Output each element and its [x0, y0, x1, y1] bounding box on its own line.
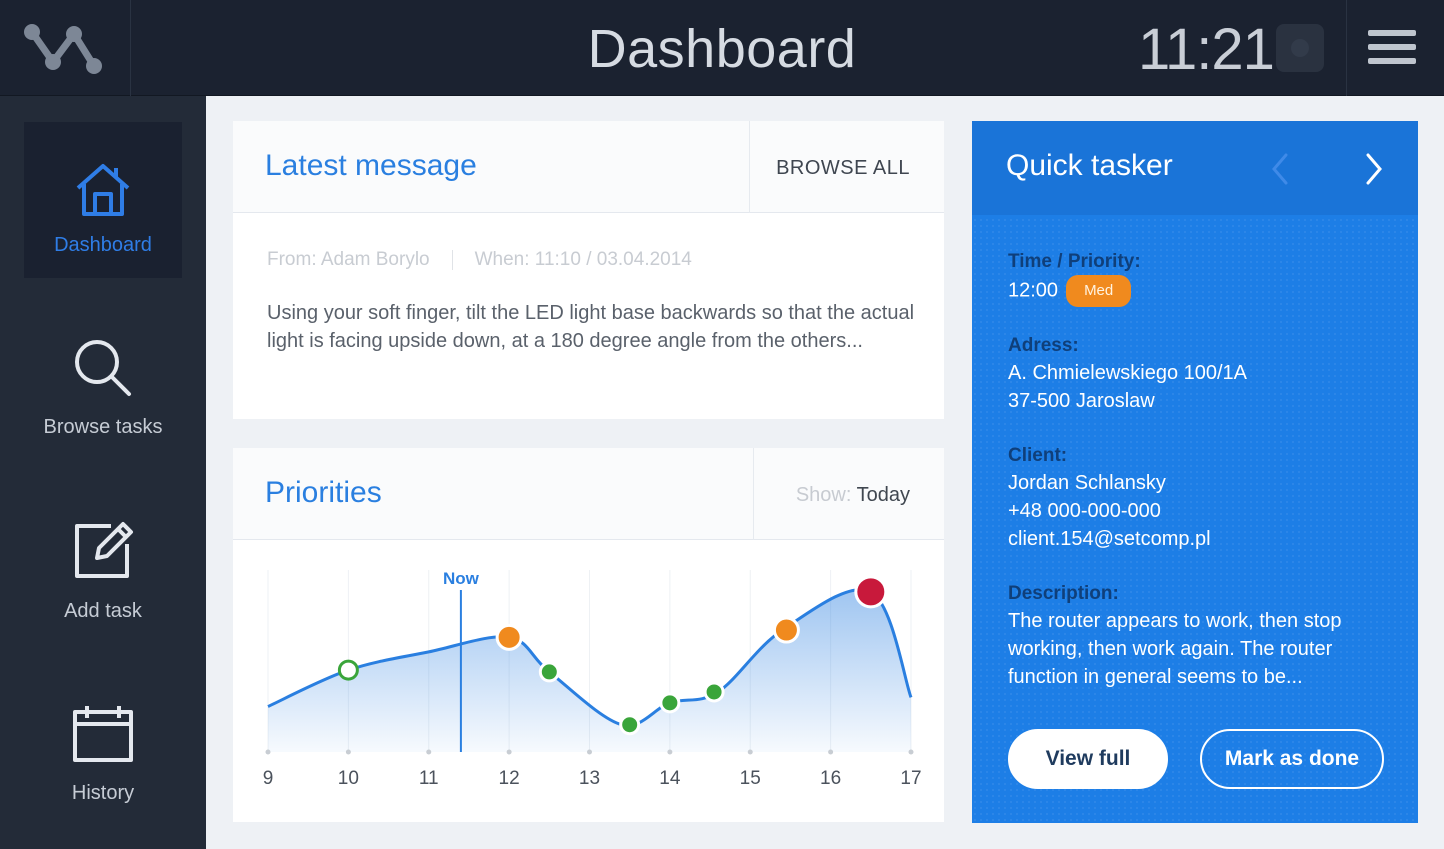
show-filter-value: Today: [856, 484, 910, 506]
quick-tasker-header: Quick tasker: [972, 121, 1418, 215]
calendar-icon: [73, 706, 133, 762]
message-from: From: Adam Borylo: [267, 249, 430, 270]
tick-mark: [426, 749, 432, 755]
x-tick-label: 17: [900, 768, 921, 789]
sidebar-item-label: Browse tasks: [43, 416, 163, 438]
x-tick-label: 9: [263, 768, 274, 789]
show-filter[interactable]: Show: Today: [796, 484, 910, 507]
search-icon: [75, 340, 131, 396]
task-time: 12:00: [1008, 279, 1059, 302]
x-tick-label: 14: [659, 768, 681, 789]
tick-mark: [667, 749, 673, 755]
view-full-button[interactable]: View full: [1008, 729, 1168, 789]
address-line-2: 37-500 Jaroslaw: [1008, 390, 1155, 412]
priorities-title: Priorities: [265, 476, 382, 509]
description-label: Description:: [1008, 583, 1119, 604]
x-tick-label: 12: [499, 768, 520, 789]
sidebar-item-label: Dashboard: [54, 234, 152, 256]
time-priority-label: Time / Priority:: [1008, 251, 1141, 272]
header-divider: [753, 448, 754, 540]
sidebar-item-dashboard[interactable]: Dashboard: [24, 122, 182, 278]
tick-mark: [345, 749, 351, 755]
x-tick-label: 16: [820, 768, 841, 789]
tick-mark: [908, 749, 914, 755]
priority-point-high[interactable]: [854, 575, 888, 609]
priority-point-low[interactable]: [659, 692, 681, 714]
priority-point-low[interactable]: [538, 661, 560, 683]
time-priority-value: 12:00 Med: [1008, 275, 1132, 307]
x-tick-label: 13: [579, 768, 600, 789]
header-divider: [1346, 0, 1347, 96]
toggle-icon[interactable]: [1276, 24, 1324, 72]
quick-tasker-panel: Quick tasker Time / Priority: 12:00 Med A…: [972, 121, 1418, 823]
client-name: Jordan Schlansky: [1008, 472, 1166, 494]
chevron-right-icon[interactable]: [1358, 149, 1388, 189]
sidebar-item-add-task[interactable]: Add task: [24, 490, 182, 646]
priority-point-low[interactable]: [703, 681, 725, 703]
card-header: Latest message BROWSE ALL: [233, 121, 944, 213]
address-line-1: A. Chmielewskiego 100/1A: [1008, 362, 1248, 384]
client-email[interactable]: client.154@setcomp.pl: [1008, 525, 1211, 553]
client-phone[interactable]: +48 000-000-000: [1008, 497, 1161, 525]
quick-tasker-title: Quick tasker: [1006, 149, 1173, 182]
description-text: The router appears to work, then stop wo…: [1008, 610, 1342, 688]
tick-mark: [587, 749, 592, 755]
x-tick-label: 11: [419, 768, 439, 789]
top-bar: Dashboard 11:21: [0, 0, 1444, 96]
sidebar-item-history[interactable]: History: [24, 672, 182, 828]
priority-point-low[interactable]: [619, 714, 641, 736]
latest-message-title: Latest message: [265, 149, 477, 182]
browse-all-link[interactable]: BROWSE ALL: [776, 157, 910, 180]
x-tick-label: 10: [338, 768, 359, 789]
tick-mark: [265, 749, 271, 755]
priority-point-medium[interactable]: [772, 616, 800, 644]
priorities-card: Priorities Show: Today Now 9 10 11 12 13 14 15…: [233, 448, 944, 822]
header-divider: [749, 121, 750, 213]
card-header: Priorities Show: Today: [233, 448, 944, 540]
priorities-chart: Now 9 10 11 12 13 14 15 16 17: [263, 569, 922, 789]
address-label: Adress:: [1008, 335, 1079, 356]
tick-mark: [506, 749, 512, 755]
hamburger-menu-icon[interactable]: [1368, 26, 1420, 68]
clock: 11:21: [1138, 17, 1275, 82]
sidebar-item-browse-tasks[interactable]: Browse tasks: [24, 308, 182, 464]
message-meta: From: Adam Borylo When: 11:10 / 03.04.201…: [267, 249, 692, 271]
home-icon: [76, 164, 130, 216]
tick-mark: [828, 749, 834, 755]
latest-message-card: Latest message BROWSE ALL From: Adam Bor…: [233, 121, 944, 419]
show-filter-label: Show:: [795, 484, 852, 506]
now-label: Now: [443, 569, 480, 588]
client-label: Client:: [1008, 445, 1068, 466]
priority-point-medium[interactable]: [495, 623, 523, 651]
mark-as-done-button[interactable]: Mark as done: [1200, 729, 1384, 789]
chevron-left-icon[interactable]: [1266, 149, 1296, 189]
sidebar-item-label: Add task: [64, 600, 142, 622]
tick-mark: [747, 749, 753, 755]
x-tick-label: 15: [740, 768, 761, 789]
sidebar: Dashboard Browse tasks Add task History: [0, 96, 206, 849]
message-body[interactable]: Using your soft finger, tilt the LED lig…: [267, 299, 927, 355]
priority-badge: Med: [1066, 275, 1132, 307]
message-when: When: 11:10 / 03.04.2014: [474, 249, 692, 270]
edit-icon: [75, 522, 133, 578]
sidebar-item-label: History: [71, 782, 135, 804]
priority-point-done[interactable]: [337, 659, 359, 681]
